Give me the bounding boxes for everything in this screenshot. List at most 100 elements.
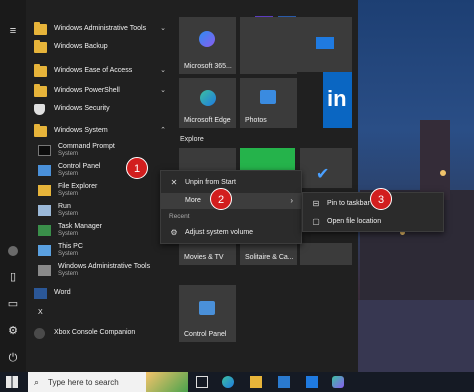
tile-label: Movies & TV bbox=[184, 254, 224, 261]
app-label: Control Panel bbox=[58, 163, 101, 170]
file-explorer-icon[interactable] bbox=[250, 376, 262, 388]
solitaire-tile[interactable]: Solitaire & Ca... bbox=[240, 243, 297, 265]
pictures-icon[interactable]: ▭ bbox=[6, 297, 20, 311]
store-icon[interactable] bbox=[278, 376, 290, 388]
app-label: Windows Ease of Access bbox=[54, 67, 133, 74]
copilot-icon[interactable] bbox=[332, 376, 344, 388]
app-list-item[interactable]: Control Panel System bbox=[26, 163, 172, 181]
menu-item-label: Unpin from Start bbox=[185, 179, 236, 186]
app-sublabel: System bbox=[58, 271, 79, 277]
chevron-right-icon: › bbox=[290, 196, 293, 205]
start-rail: ≡ ▯ ▭ ⚙ ⏻ bbox=[0, 0, 26, 372]
linkedin-icon: in bbox=[327, 86, 347, 111]
wallpaper-light bbox=[440, 170, 446, 176]
xbox-icon bbox=[34, 328, 45, 339]
app-list-item[interactable]: Command Prompt System bbox=[26, 143, 172, 161]
file-explorer-icon bbox=[38, 185, 51, 196]
tile-label: Control Panel bbox=[184, 331, 227, 338]
folder-icon bbox=[34, 124, 47, 137]
mail-tile[interactable] bbox=[240, 17, 297, 74]
app-list-item[interactable]: Windows System ⌃ bbox=[26, 123, 172, 141]
chevron-down-icon: ⌄ bbox=[160, 87, 166, 94]
app-list-item[interactable]: Word bbox=[26, 285, 172, 303]
search-highlight-image bbox=[146, 372, 188, 392]
step-marker: 2 bbox=[210, 188, 232, 210]
app-list-item[interactable]: Windows Backup bbox=[26, 39, 172, 57]
app-list-item[interactable]: Windows Ease of Access ⌄ bbox=[26, 63, 172, 81]
hamburger-menu-icon[interactable]: ≡ bbox=[6, 24, 20, 38]
open-file-location-item[interactable]: ▢ Open file location bbox=[303, 214, 443, 230]
start-button[interactable] bbox=[6, 376, 18, 388]
taskbar: ⌕ Type here to search bbox=[0, 372, 474, 392]
app-list-item[interactable]: This PC System bbox=[26, 243, 172, 261]
user-avatar-icon[interactable] bbox=[6, 244, 20, 258]
microsoft365-tile[interactable]: Microsoft 365... bbox=[179, 17, 236, 74]
app-sublabel: System bbox=[58, 191, 79, 197]
linkedin-tile[interactable]: in bbox=[323, 72, 352, 128]
step-marker: 3 bbox=[370, 188, 392, 210]
app-label: Windows Backup bbox=[54, 43, 108, 50]
app-list-item[interactable]: Windows PowerShell ⌄ bbox=[26, 83, 172, 101]
app-label: Windows Security bbox=[54, 105, 110, 112]
control-panel-tile[interactable]: Control Panel bbox=[179, 285, 236, 342]
recent-header: Recent bbox=[169, 213, 190, 220]
explore-group-label[interactable]: Explore bbox=[180, 136, 204, 143]
app-list-item[interactable]: Run System bbox=[26, 203, 172, 221]
search-icon: ⌕ bbox=[34, 377, 40, 387]
mail-tile-blue[interactable] bbox=[297, 17, 352, 72]
task-view-icon[interactable] bbox=[196, 376, 208, 388]
app-label: File Explorer bbox=[58, 183, 98, 190]
letter-header-x: X bbox=[38, 309, 43, 316]
app-list-item[interactable]: Windows Administrative Tools System bbox=[26, 263, 172, 281]
app-list-item[interactable]: Windows Security bbox=[26, 101, 172, 119]
app-label: Windows Administrative Tools bbox=[58, 263, 151, 270]
app-label: Windows PowerShell bbox=[54, 87, 120, 94]
task-manager-icon bbox=[38, 225, 51, 236]
adjust-volume-item[interactable]: ⚙ Adjust system volume bbox=[161, 225, 301, 241]
edge-tile[interactable]: Microsoft Edge bbox=[179, 78, 236, 128]
photos-icon bbox=[260, 90, 276, 104]
menu-item-label: Pin to taskbar bbox=[327, 200, 370, 207]
whatsapp-tile[interactable] bbox=[240, 148, 295, 170]
settings-gear-icon[interactable]: ⚙ bbox=[6, 324, 20, 338]
menu-item-label: More bbox=[185, 197, 201, 204]
app-label: Xbox Console Companion bbox=[54, 329, 136, 336]
command-prompt-icon bbox=[38, 145, 51, 156]
app-list-item[interactable]: Xbox Console Companion bbox=[26, 325, 172, 343]
tile-blank[interactable] bbox=[300, 243, 352, 265]
edge-icon[interactable] bbox=[222, 376, 234, 388]
app-list-item[interactable]: Task Manager System bbox=[26, 223, 172, 241]
search-placeholder: Type here to search bbox=[48, 378, 119, 387]
app-list: Windows Administrative Tools ⌄ Windows B… bbox=[26, 0, 172, 372]
word-icon bbox=[34, 288, 47, 299]
app-list-item[interactable]: File Explorer System bbox=[26, 183, 172, 201]
folder-icon bbox=[34, 84, 47, 97]
app-label: Windows System bbox=[54, 127, 108, 134]
movies-tv-tile[interactable]: Movies & TV bbox=[179, 243, 236, 265]
app-sublabel: System bbox=[58, 171, 79, 177]
microsoft365-icon bbox=[199, 31, 215, 47]
folder-open-icon: ▢ bbox=[312, 217, 320, 226]
context-menu: ✕ Unpin from Start More › Recent ⚙ Adjus… bbox=[160, 170, 302, 244]
app-sublabel: System bbox=[58, 251, 79, 257]
todo-tile[interactable]: ✔ bbox=[300, 148, 352, 188]
pin-icon: ⊟ bbox=[312, 199, 320, 208]
mail-icon[interactable] bbox=[306, 376, 318, 388]
windows-logo-icon bbox=[6, 376, 18, 388]
app-label: Run bbox=[58, 203, 71, 210]
photos-tile[interactable]: Photos bbox=[240, 78, 297, 128]
app-list-item[interactable]: Windows Administrative Tools ⌄ bbox=[26, 21, 172, 39]
documents-icon[interactable]: ▯ bbox=[6, 270, 20, 284]
app-label: Windows Administrative Tools bbox=[54, 25, 147, 32]
this-pc-icon bbox=[38, 245, 51, 256]
edge-icon bbox=[200, 90, 216, 106]
menu-item-label: Adjust system volume bbox=[185, 229, 254, 236]
search-box[interactable]: ⌕ Type here to search bbox=[28, 372, 188, 392]
letter-header[interactable]: X bbox=[26, 305, 172, 323]
app-label: Command Prompt bbox=[58, 143, 115, 150]
unpin-from-start-item[interactable]: ✕ Unpin from Start bbox=[161, 175, 301, 191]
folder-icon bbox=[34, 64, 47, 77]
folder-icon bbox=[34, 40, 47, 53]
power-icon[interactable]: ⏻ bbox=[6, 351, 20, 365]
wallpaper-tower bbox=[420, 120, 450, 200]
